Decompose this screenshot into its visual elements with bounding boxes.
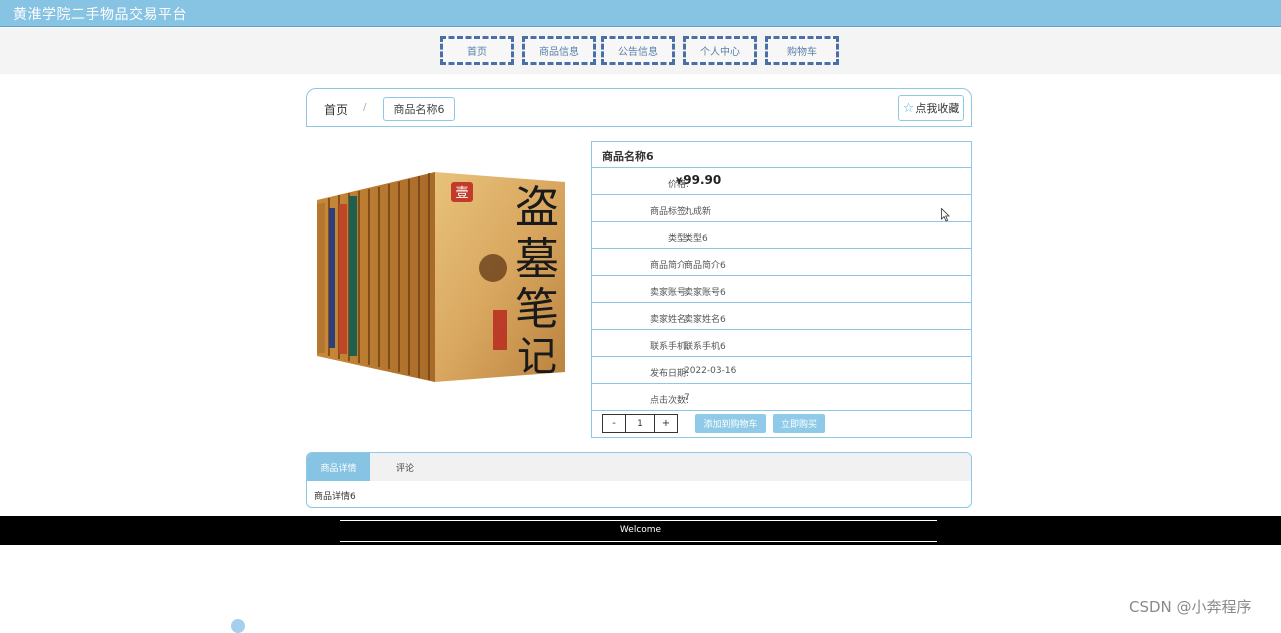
currency-symbol: ¥: [676, 177, 683, 187]
info-value: 卖家姓名6: [684, 315, 726, 325]
quantity-decrease-button[interactable]: -: [603, 415, 626, 432]
main-nav: 首页 商品信息 公告信息 个人中心 购物车: [0, 28, 1281, 74]
info-value: 7: [684, 393, 690, 403]
svg-text:笔: 笔: [515, 284, 559, 335]
detail-tabs: 商品详情 评论 商品详情6: [306, 452, 972, 508]
price-amount: 99.90: [683, 173, 722, 187]
nav-personal-center[interactable]: 个人中心: [683, 36, 757, 65]
info-row-tag: 商品标签: 九成新: [592, 195, 971, 222]
add-to-cart-button[interactable]: 添加到购物车: [695, 414, 766, 433]
tab-content: 商品详情6: [314, 492, 356, 502]
footer: Welcome: [0, 516, 1281, 545]
watermark: CSDN @小奔程序: [1129, 598, 1252, 616]
quantity-input[interactable]: 1: [626, 415, 654, 432]
nav-products[interactable]: 商品信息: [522, 36, 596, 65]
tab-product-details[interactable]: 商品详情: [307, 453, 370, 481]
info-row-type: 类型: 类型6: [592, 222, 971, 249]
floating-dot-icon: [231, 619, 245, 633]
breadcrumb-home[interactable]: 首页: [324, 101, 348, 118]
nav-cart[interactable]: 购物车: [765, 36, 839, 65]
info-row-seller-name: 卖家姓名: 卖家姓名6: [592, 303, 971, 330]
favorite-label: 点我收藏: [915, 102, 960, 115]
footer-welcome: Welcome: [619, 525, 662, 535]
info-value: 商品简介6: [684, 261, 726, 271]
svg-text:盗: 盗: [515, 182, 559, 233]
favorite-button[interactable]: ☆ 点我收藏: [898, 95, 964, 121]
info-value: 2022-03-16: [684, 366, 737, 376]
breadcrumb-current: 商品名称6: [383, 97, 455, 121]
info-value: 类型6: [684, 234, 708, 244]
svg-text:墓: 墓: [515, 234, 559, 285]
buy-now-button[interactable]: 立即购买: [773, 414, 825, 433]
star-outline-icon: ☆: [902, 100, 915, 116]
breadcrumb: 首页 / 商品名称6 ☆ 点我收藏: [306, 88, 972, 127]
product-name: 商品名称6: [592, 142, 971, 168]
quantity-increase-button[interactable]: +: [654, 415, 677, 432]
svg-text:记: 记: [517, 334, 557, 380]
price-row: 价格: ¥99.90: [592, 168, 971, 195]
mouse-pointer-icon: [941, 208, 950, 222]
info-value: 卖家账号6: [684, 288, 726, 298]
site-title: 黄淮学院二手物品交易平台: [13, 7, 187, 23]
info-row-intro: 商品简介: 商品简介6: [592, 249, 971, 276]
info-value: 联系手机6: [684, 342, 726, 352]
svg-text:壹: 壹: [455, 186, 468, 201]
top-bar: 黄淮学院二手物品交易平台: [0, 0, 1281, 27]
tab-comments[interactable]: 评论: [370, 453, 440, 481]
quantity-stepper: - 1 +: [602, 414, 678, 433]
nav-home[interactable]: 首页: [440, 36, 514, 65]
product-image: 壹 盗 墓 笔 记: [317, 172, 565, 382]
product-info-table: 商品名称6 价格: ¥99.90 商品标签: 九成新 类型: 类型6 商品简介:…: [591, 141, 972, 438]
info-row-clicks: 点击次数: 7: [592, 384, 971, 411]
info-value: 九成新: [684, 207, 712, 217]
footer-divider-bottom: [340, 541, 937, 542]
breadcrumb-separator: /: [363, 102, 367, 113]
footer-divider-top: [340, 520, 937, 521]
info-row-phone: 联系手机: 联系手机6: [592, 330, 971, 357]
info-row-date: 发布日期: 2022-03-16: [592, 357, 971, 384]
price-value: ¥99.90: [676, 173, 721, 187]
info-row-seller-account: 卖家账号: 卖家账号6: [592, 276, 971, 303]
tab-strip: 商品详情 评论: [307, 453, 971, 481]
purchase-area: - 1 + 添加到购物车 立即购买: [592, 410, 971, 438]
nav-announcements[interactable]: 公告信息: [601, 36, 675, 65]
